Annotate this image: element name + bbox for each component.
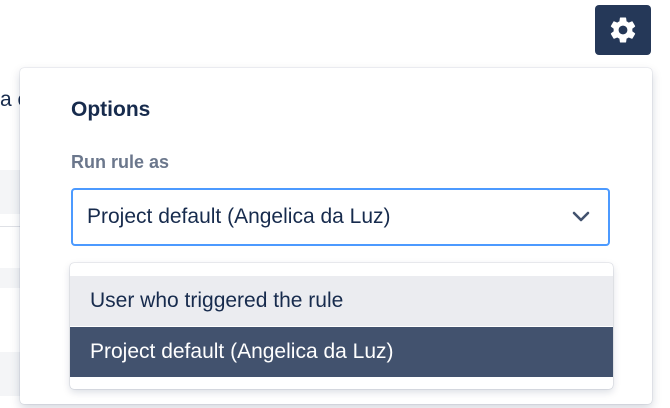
select-value: Project default (Angelica da Luz) <box>87 205 391 228</box>
menu-option-user-who-triggered[interactable]: User who triggered the rule <box>70 276 613 326</box>
run-rule-as-label: Run rule as <box>71 152 170 172</box>
background-row <box>0 352 22 396</box>
menu-option-project-default[interactable]: Project default (Angelica da Luz) <box>70 327 613 377</box>
gear-icon <box>608 15 638 45</box>
background-row <box>0 268 22 288</box>
options-panel: Options Run rule as Project default (Ang… <box>20 68 652 404</box>
background-divider <box>0 226 22 227</box>
background-row <box>0 170 22 214</box>
chevron-down-icon[interactable] <box>570 206 592 228</box>
run-rule-as-menu: User who triggered the rule Project defa… <box>70 263 613 389</box>
panel-title: Options <box>71 98 151 121</box>
run-rule-as-select[interactable]: Project default (Angelica da Luz) <box>71 188 610 246</box>
settings-button[interactable] <box>595 5 651 55</box>
